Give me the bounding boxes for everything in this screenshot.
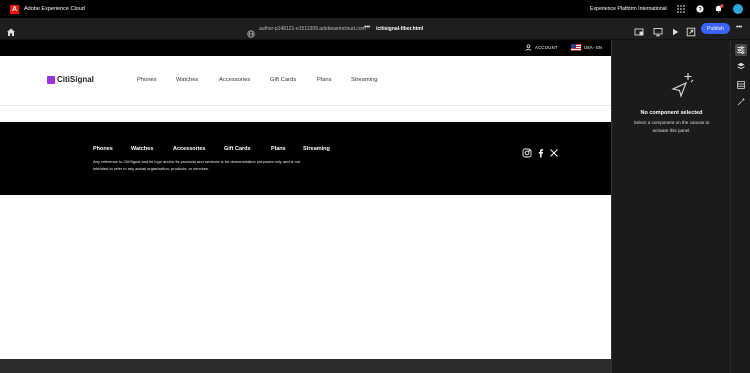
locale-label: USA - EN — [584, 45, 602, 50]
footer-link-streaming[interactable]: Streaming — [303, 146, 330, 152]
content-tree-rail-icon[interactable] — [735, 79, 747, 91]
footer-disclaimer: Any reference to CitiSignal and its logo… — [93, 159, 301, 171]
nav-item-gift-cards[interactable]: Gift Cards — [270, 77, 296, 83]
more-options-button[interactable]: ••• — [736, 24, 742, 31]
footer-link-phones[interactable]: Phones — [93, 146, 113, 152]
publish-button[interactable]: Publish — [701, 23, 730, 34]
home-icon[interactable] — [6, 24, 16, 36]
nav-item-streaming[interactable]: Streaming — [351, 77, 377, 83]
magic-wand-rail-icon[interactable] — [735, 96, 747, 108]
adobe-logo-icon[interactable]: A — [10, 4, 19, 14]
app-title[interactable]: Adobe Experience Cloud — [24, 6, 85, 12]
footer-link-gift-cards[interactable]: Gift Cards — [224, 146, 251, 152]
url-more-button[interactable]: ••• — [364, 24, 370, 31]
universal-editor-window: A Adobe Experience Cloud Experience Plat… — [0, 0, 750, 373]
x-twitter-icon[interactable] — [549, 145, 559, 157]
nav-item-plans[interactable]: Plans — [317, 77, 332, 83]
right-rail — [730, 40, 750, 373]
app-grid-icon[interactable] — [676, 4, 686, 14]
account-label: ACCOUNT — [535, 45, 558, 50]
editor-toolbar: author-p148121-e1511399.adobeaemcloud.co… — [0, 18, 750, 40]
facebook-icon[interactable] — [536, 145, 546, 158]
nav-item-watches[interactable]: Watches — [176, 77, 198, 83]
device-preview-icon[interactable] — [634, 24, 644, 36]
site-main-nav: CitiSignal Phones Watches Accessories Gi… — [0, 56, 611, 106]
global-header: A Adobe Experience Cloud Experience Plat… — [0, 0, 750, 18]
footer-link-watches[interactable]: Watches — [131, 146, 153, 152]
footer-link-plans[interactable]: Plans — [271, 146, 286, 152]
empty-content-section[interactable] — [0, 106, 611, 122]
nav-item-phones[interactable]: Phones — [137, 77, 157, 83]
instagram-icon[interactable] — [522, 145, 532, 158]
brand-name: CitiSignal — [57, 75, 94, 84]
citisignal-logo-icon — [47, 75, 55, 84]
panel-empty-title: No component selected — [640, 110, 703, 116]
desktop-icon[interactable] — [653, 24, 663, 37]
page-path[interactable]: /citisignal-fiber.html — [376, 26, 423, 32]
account-link[interactable]: ACCOUNT — [525, 44, 558, 51]
layers-rail-icon[interactable] — [735, 60, 747, 72]
footer-link-accessories[interactable]: Accessories — [173, 146, 205, 152]
properties-panel: No component selected Select a component… — [611, 40, 730, 373]
help-icon[interactable]: ? — [695, 4, 705, 14]
editor-canvas[interactable]: ACCOUNT USA - EN CitiSignal Phones Watch… — [0, 40, 611, 373]
locale-selector[interactable]: USA - EN — [571, 44, 602, 51]
panel-empty-description: Select a component on the canvas to acti… — [633, 120, 710, 133]
citisignal-logo[interactable]: CitiSignal — [47, 75, 94, 84]
select-cursor-sparkle-icon — [670, 71, 696, 101]
canvas-bottom-strip — [0, 359, 611, 373]
canvas-empty-area — [0, 195, 611, 359]
user-avatar[interactable] — [733, 4, 743, 14]
us-flag-icon — [571, 44, 581, 51]
page-url[interactable]: author-p148121-e1511399.adobeaemcloud.co… — [259, 26, 366, 32]
org-switcher[interactable]: Experience Platform International — [590, 6, 667, 12]
site-utility-bar: ACCOUNT USA - EN — [0, 40, 611, 56]
globe-icon — [247, 25, 255, 38]
preview-play-icon[interactable] — [670, 24, 680, 36]
notifications-bell-icon[interactable] — [714, 4, 724, 14]
site-footer: Phones Watches Accessories Gift Cards Pl… — [0, 122, 611, 195]
open-new-window-icon[interactable] — [686, 24, 696, 37]
nav-item-accessories[interactable]: Accessories — [219, 77, 250, 83]
properties-rail-icon[interactable] — [735, 44, 747, 56]
